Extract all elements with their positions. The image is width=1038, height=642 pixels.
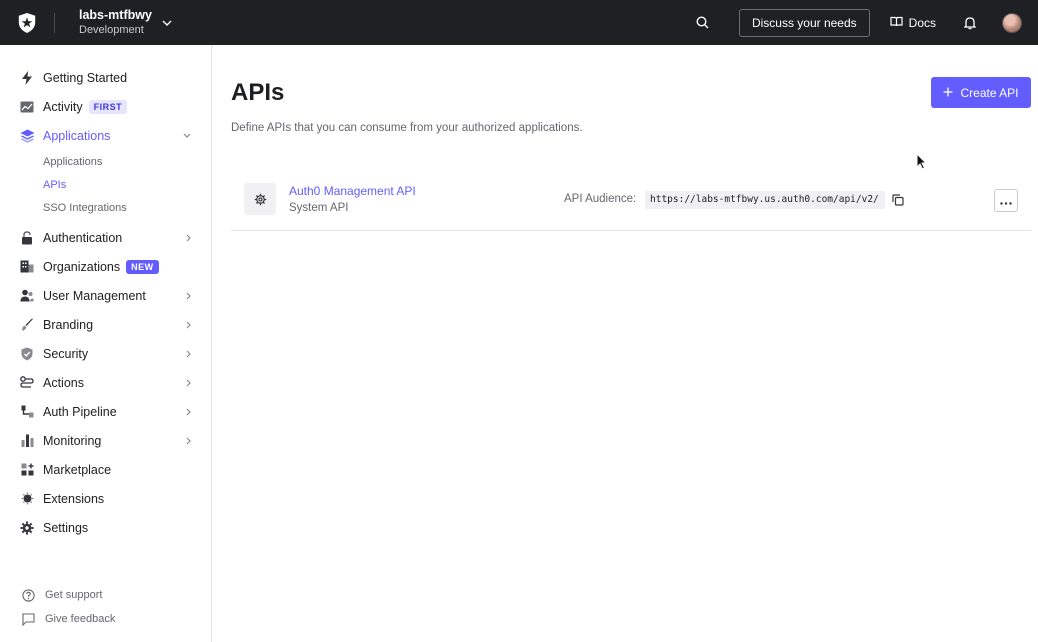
sidebar-item-label: Activity [43,99,83,114]
sidebar-item-label: Branding [43,317,94,332]
sidebar-subitem-applications[interactable]: Applications [0,150,211,173]
api-audience-value: https://labs-mtfbwy.us.auth0.com/api/v2/ [645,191,885,209]
sidebar-subitem-sso-integrations[interactable]: SSO Integrations [0,196,211,219]
chevron-right-icon [186,292,191,300]
sidebar-item-marketplace[interactable]: Marketplace [0,455,211,484]
avatar[interactable] [1002,12,1022,33]
sidebar-item-label: Marketplace [43,462,112,477]
users-icon [19,288,35,304]
message-icon [20,611,36,627]
chevron-down-icon[interactable] [162,20,172,26]
chevron-right-icon [186,408,191,416]
sidebar-item-monitoring[interactable]: Monitoring [0,426,211,455]
top-bar: labs-mtfbwy Development Discuss your nee… [0,0,1038,45]
sidebar-item-security[interactable]: Security [0,339,211,368]
chevron-right-icon [186,321,191,329]
copy-icon[interactable] [891,192,905,208]
docs-label: Docs [908,15,936,30]
sidebar-item-extensions[interactable]: Extensions [0,484,211,513]
discuss-needs-button[interactable]: Discuss your needs [738,8,870,37]
first-badge: FIRST [88,99,128,114]
sidebar-footer: Get support Give feedback [0,583,211,631]
bar-chart-icon [19,433,35,449]
create-api-button[interactable]: Create API [931,77,1031,108]
give-feedback-label: Give feedback [45,613,116,625]
sidebar-item-branding[interactable]: Branding [0,310,211,339]
page-description: Define APIs that you can consume from yo… [231,122,583,134]
auth0-logo[interactable] [0,0,54,45]
page-title: APIs [231,79,285,106]
auth0-logo-icon [18,12,36,33]
actions-icon [19,375,35,391]
sidebar-item-label: Applications [43,128,111,143]
main-content: APIs Define APIs that you can consume fr… [212,45,1038,642]
tenant-name: labs-mtfbwy [79,7,152,22]
sidebar-item-label: Organizations [43,259,121,274]
ellipsis-icon [1000,193,1012,208]
sidebar-item-actions[interactable]: Actions [0,368,211,397]
sidebar-item-authentication[interactable]: Authentication [0,223,211,252]
get-support-link[interactable]: Get support [0,583,211,607]
layers-icon [19,128,35,144]
more-options-button[interactable] [994,189,1018,212]
chevron-right-icon [186,234,191,242]
sidebar-item-user-management[interactable]: User Management [0,281,211,310]
sidebar-item-label: Extensions [43,491,105,506]
gear-icon [19,520,35,536]
bolt-icon [19,70,35,86]
sidebar-item-label: Security [43,346,89,361]
extension-icon [19,491,35,507]
api-audience-label: API Audience: [564,193,637,205]
topbar-divider [54,12,55,33]
api-list-item[interactable]: Auth0 Management API System API API Audi… [231,176,1031,231]
create-api-label: Create API [960,85,1019,100]
sidebar-item-applications[interactable]: Applications [0,121,211,150]
sidebar-nav: Getting Started Activity FIRST Applicati… [0,63,211,542]
sidebar-item-label: Monitoring [43,433,102,448]
sidebar-item-organizations[interactable]: Organizations NEW [0,252,211,281]
chevron-down-icon [183,133,191,138]
mouse-cursor-icon [916,152,928,173]
api-type: System API [289,202,349,214]
tenant-switcher[interactable]: labs-mtfbwy Development [79,8,152,38]
search-icon[interactable] [683,0,723,45]
book-icon [890,16,903,30]
sidebar-item-label: Getting Started [43,70,128,85]
help-circle-icon [20,587,36,603]
brush-icon [19,317,35,333]
chevron-right-icon [186,437,191,445]
plus-icon [943,86,953,100]
chevron-right-icon [186,350,191,358]
activity-icon [19,99,35,115]
api-name-link[interactable]: Auth0 Management API [289,184,416,198]
sidebar-item-label: Authentication [43,230,123,245]
sidebar: Getting Started Activity FIRST Applicati… [0,45,212,642]
pipeline-icon [19,404,35,420]
docs-link[interactable]: Docs [890,16,936,30]
get-support-label: Get support [45,589,103,601]
sidebar-item-label: User Management [43,288,146,303]
sidebar-subitem-apis[interactable]: APIs [0,173,211,196]
sidebar-item-label: Auth Pipeline [43,404,117,419]
chevron-right-icon [186,379,191,387]
building-icon [19,259,35,275]
lock-icon [19,230,35,246]
shield-icon [19,346,35,362]
new-badge: NEW [126,259,159,274]
bell-icon[interactable] [958,16,982,30]
sidebar-item-label: Settings [43,520,89,535]
gear-icon [244,183,276,215]
sidebar-item-auth-pipeline[interactable]: Auth Pipeline [0,397,211,426]
grid-plus-icon [19,462,35,478]
sidebar-item-getting-started[interactable]: Getting Started [0,63,211,92]
give-feedback-link[interactable]: Give feedback [0,607,211,631]
sidebar-item-settings[interactable]: Settings [0,513,211,542]
tenant-environment: Development [79,23,144,36]
sidebar-item-label: Actions [43,375,84,390]
sidebar-item-activity[interactable]: Activity FIRST [0,92,211,121]
